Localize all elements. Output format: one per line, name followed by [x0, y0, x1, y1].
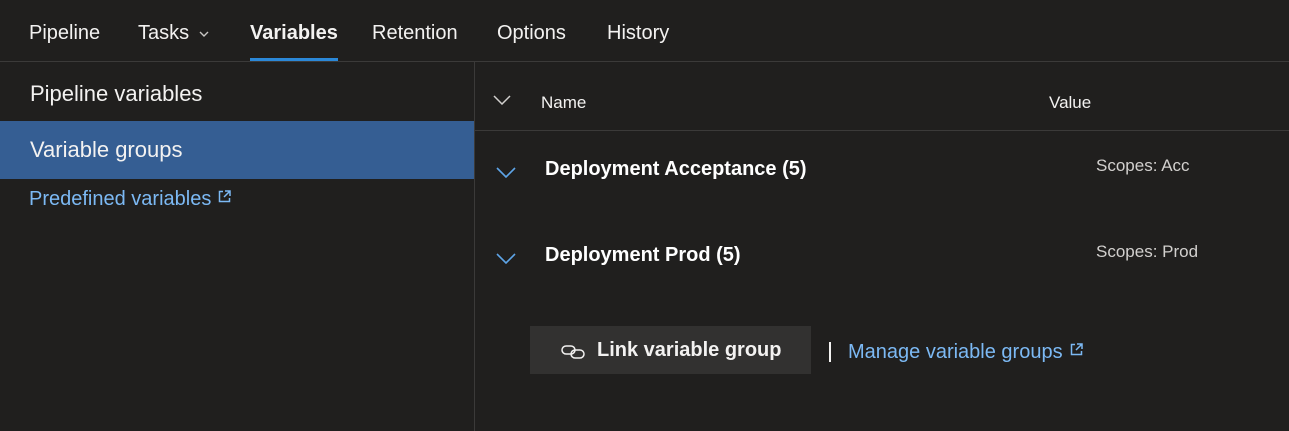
variable-groups-panel: Name Value Deployment Acceptance (5) Sco… — [475, 62, 1289, 431]
sidebar-item-label: Variable groups — [30, 137, 183, 162]
tab-tasks[interactable]: Tasks — [138, 0, 209, 61]
tab-variables[interactable]: Variables — [250, 0, 338, 61]
tab-retention-label: Retention — [372, 22, 458, 44]
chevron-down-icon[interactable] — [496, 165, 516, 183]
tab-options-label: Options — [497, 22, 566, 44]
table-header: Name Value — [475, 62, 1289, 131]
link-icon — [561, 342, 585, 365]
tab-pipeline-label: Pipeline — [29, 22, 101, 44]
collapse-all-chevron-icon[interactable] — [493, 92, 511, 110]
sidebar-item-pipeline-variables[interactable]: Pipeline variables — [0, 65, 474, 123]
variables-page: Pipeline Tasks Variables Retention Optio… — [0, 0, 1289, 431]
column-header-name: Name — [541, 93, 587, 112]
tab-pipeline[interactable]: Pipeline — [29, 0, 100, 61]
variables-sidebar: Pipeline variables Variable groups Prede… — [0, 62, 475, 431]
predefined-variables-link[interactable]: Predefined variables — [29, 186, 232, 211]
column-header-value: Value — [1049, 93, 1092, 112]
chevron-down-icon[interactable] — [496, 251, 516, 269]
external-link-icon — [1070, 339, 1083, 362]
tab-options[interactable]: Options — [497, 0, 566, 61]
action-separator — [829, 342, 831, 362]
external-link-icon — [218, 186, 232, 209]
tab-history[interactable]: History — [607, 0, 669, 61]
tab-history-label: History — [607, 22, 670, 44]
manage-variable-groups-label: Manage variable groups — [848, 341, 1063, 363]
sidebar-item-label: Pipeline variables — [30, 81, 203, 106]
variable-group-scope: Scopes: Prod — [1096, 242, 1199, 261]
variable-group-name[interactable]: Deployment Acceptance (5) — [545, 158, 807, 181]
variable-group-row[interactable]: Deployment Acceptance (5) Scopes: Acc — [475, 139, 1289, 199]
sidebar-item-variable-groups[interactable]: Variable groups — [0, 121, 474, 179]
link-variable-group-button[interactable]: Link variable group — [530, 326, 811, 374]
tab-variables-label: Variables — [250, 22, 338, 44]
predefined-variables-label: Predefined variables — [29, 188, 212, 210]
manage-variable-groups-link[interactable]: Manage variable groups — [848, 341, 1083, 364]
tab-tasks-label: Tasks — [138, 22, 190, 44]
variable-group-scope: Scopes: Acc — [1096, 156, 1190, 175]
pipeline-tab-bar: Pipeline Tasks Variables Retention Optio… — [0, 0, 1289, 62]
variable-group-name[interactable]: Deployment Prod (5) — [545, 244, 741, 267]
variable-group-row[interactable]: Deployment Prod (5) Scopes: Prod — [475, 225, 1289, 285]
tab-retention[interactable]: Retention — [372, 0, 458, 61]
chevron-down-icon — [199, 0, 209, 64]
link-variable-group-label: Link variable group — [597, 339, 782, 361]
